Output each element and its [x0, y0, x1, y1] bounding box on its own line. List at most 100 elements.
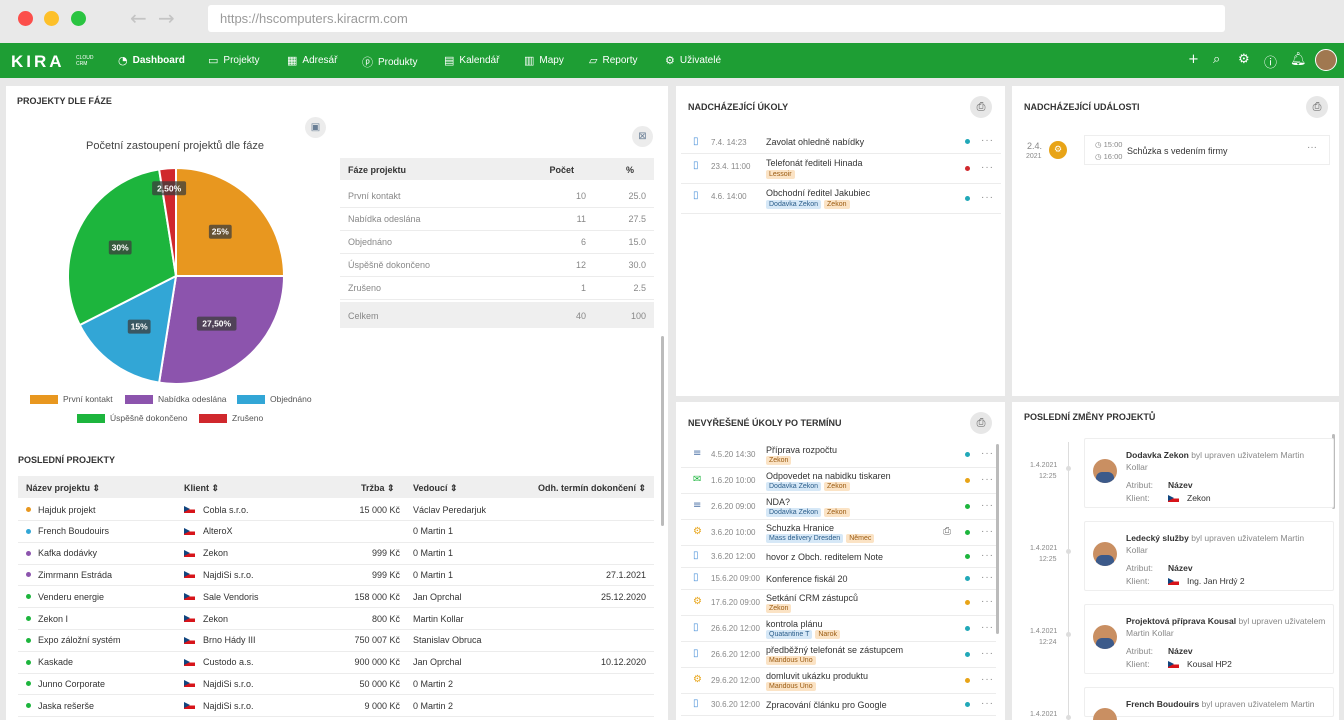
client-name[interactable]: NajdiSi s.r.o. [203, 701, 254, 711]
task-title[interactable]: Zavolat ohledně nabídky [766, 137, 864, 147]
task-title[interactable]: Setkání CRM zástupců [766, 593, 858, 603]
task-row[interactable]: ▯ 4.6. 14:00 Obchodní ředitel Jakubiec Doda… [681, 184, 1001, 214]
minimize-window-button[interactable] [44, 11, 59, 26]
task-title[interactable]: Telefonát řediteli Hinada [766, 158, 863, 168]
nav-product[interactable]: ⓟ Produkty [362, 54, 417, 70]
project-name[interactable]: Junno Corporate [38, 679, 105, 689]
task-title[interactable]: Odpovedet na nabidku tiskaren [766, 471, 891, 481]
client-value[interactable]: Ing. Jan Hrdý 2 [1187, 576, 1245, 586]
col-percent[interactable]: % [626, 165, 634, 175]
client-name[interactable]: Cobla s.r.o. [203, 505, 249, 515]
search-icon[interactable]: ⌕ [1213, 52, 1220, 67]
task-title[interactable]: Příprava rozpočtu [766, 445, 837, 455]
more-button[interactable]: ··· [981, 572, 994, 583]
legend-item[interactable]: Úspěšně dokončeno [77, 413, 188, 423]
project-name[interactable]: Jaska rešerše [38, 701, 94, 711]
task-title[interactable]: předběžný telefonát se zástupcem [766, 645, 903, 655]
nav-dashboard[interactable]: ◔ Dashboard [118, 54, 185, 67]
project-name[interactable]: French Boudouirs [38, 526, 109, 536]
nav-address-book[interactable]: ▦ Adresář [287, 54, 337, 67]
client-name[interactable]: Brno Hády III [203, 635, 256, 645]
more-button[interactable]: ··· [981, 648, 994, 659]
col-deadline[interactable]: Odh. termín dokončení ⇕ [538, 483, 646, 494]
task-title[interactable]: Zpracování článku pro Google [766, 700, 887, 710]
client-name[interactable]: AlteroX [203, 526, 233, 536]
col-revenue[interactable]: Tržba ⇕ [361, 483, 395, 494]
add-icon[interactable]: + [1188, 52, 1199, 67]
nav-users[interactable]: ⚙ Uživatelé [665, 54, 721, 67]
table-row[interactable]: Venderu energie Sale Vendoris 158 000 Kč Ja… [18, 586, 654, 609]
event-card[interactable]: ◷ 15:00 ◷ 16:00 Schůzka s vedením firmy … [1084, 135, 1330, 165]
project-name[interactable]: Zekon I [38, 614, 68, 624]
table-row[interactable]: French Boudouirs AlteroX 0 Martin 1 [18, 521, 654, 543]
image-export-icon[interactable]: ▣ [305, 117, 326, 138]
nav-briefcase[interactable]: ▭ Projekty [208, 54, 260, 67]
more-button[interactable]: ··· [981, 550, 994, 561]
client-name[interactable]: Sale Vendoris [203, 592, 259, 602]
task-row[interactable]: ⚙ 29.6.20 12:00 domluvit ukázku produktu Ma… [681, 668, 996, 694]
project-name[interactable]: Zimrmann Estráda [38, 570, 112, 580]
print-icon[interactable]: ⎙ [943, 526, 951, 537]
more-button[interactable]: ··· [981, 448, 994, 459]
task-row[interactable]: ⚙ 17.6.20 09:00 Setkání CRM zástupců Zekon ·… [681, 590, 996, 616]
task-title[interactable]: NDA? [766, 497, 790, 507]
table-row[interactable]: Zimrmann Estráda NajdiSi s.r.o. 999 Kč 0 Ma… [18, 564, 654, 587]
col-count[interactable]: Počet [549, 165, 574, 175]
forward-arrow-icon[interactable]: → [158, 6, 175, 30]
col-project-name[interactable]: Název projektu ⇕ [26, 483, 100, 494]
task-row[interactable]: ▯ 30.6.20 12:00 Zpracování článku pro Goog… [681, 694, 996, 716]
more-button[interactable]: ··· [981, 526, 994, 537]
task-title[interactable]: Schuzka Hranice [766, 523, 834, 533]
pie-slice-0[interactable] [175, 166, 286, 277]
gear-icon[interactable]: ⚙ [1238, 52, 1250, 67]
client-name[interactable]: NajdiSi s.r.o. [203, 679, 254, 689]
excel-export-icon[interactable]: ⊠ [632, 126, 653, 147]
bell-icon[interactable]: 🔔︎ [1290, 52, 1307, 67]
client-value[interactable]: Kousal HP2 [1187, 659, 1232, 669]
task-row[interactable]: ⚙ 3.6.20 10:00 Schuzka Hranice Mass deliver… [681, 520, 996, 546]
task-title[interactable]: hovor z Obch. reditelem Note [766, 552, 883, 562]
more-button[interactable]: ··· [981, 192, 994, 203]
project-name[interactable]: Hajduk projekt [38, 505, 96, 515]
project-name[interactable]: Kafka dodávky [38, 548, 97, 558]
table-row[interactable]: Hajduk projekt Cobla s.r.o. 15 000 Kč Václa… [18, 499, 654, 521]
legend-item[interactable]: Objednáno [237, 394, 312, 404]
print-icon[interactable]: ⎙ [970, 412, 992, 434]
project-link[interactable]: Projektová příprava Kousal [1126, 616, 1236, 626]
kira-logo[interactable]: KIRA [11, 52, 65, 72]
url-bar[interactable]: https://hscomputers.kiracrm.com [208, 5, 1225, 32]
nav-calendar[interactable]: ▤ Kalendář [444, 54, 499, 67]
more-button[interactable]: ··· [981, 698, 994, 709]
legend-item[interactable]: První kontakt [30, 394, 113, 404]
task-row[interactable]: ▯ 23.4. 11:00 Telefonát řediteli Hinada Les… [681, 154, 1001, 184]
table-row[interactable]: Zekon I Zekon 800 Kč Martin Kollar [18, 608, 654, 630]
change-card[interactable]: French Boudouirs byl upraven uživatelem … [1084, 687, 1334, 720]
more-button[interactable]: ··· [981, 674, 994, 685]
more-button[interactable]: ··· [981, 500, 994, 511]
task-row[interactable]: ▯ 26.6.20 12:00 kontrola plánu Quatantine T… [681, 616, 996, 642]
client-name[interactable]: NajdiSi s.r.o. [203, 570, 254, 580]
more-button[interactable]: ··· [981, 162, 994, 173]
scrollbar[interactable] [996, 444, 999, 634]
task-row[interactable]: ▯ 26.6.20 12:00 předběžný telefonát se zás… [681, 642, 996, 668]
back-arrow-icon[interactable]: ← [130, 6, 147, 30]
task-row[interactable]: ≡ 4.5.20 14:30 Příprava rozpočtu Zekon ··· [681, 442, 996, 468]
col-manager[interactable]: Vedoucí ⇕ [413, 483, 458, 494]
project-name[interactable]: Kaskade [38, 657, 73, 667]
client-name[interactable]: Custodo a.s. [203, 657, 254, 667]
project-link[interactable]: Dodavka Zekon [1126, 450, 1189, 460]
task-title[interactable]: Obchodní ředitel Jakubiec [766, 188, 870, 198]
task-title[interactable]: domluvit ukázku produktu [766, 671, 868, 681]
task-title[interactable]: kontrola plánu [766, 619, 823, 629]
task-row[interactable]: ▯ 15.6.20 09:00 Konference fiskál 20 ··· [681, 568, 996, 590]
more-button[interactable]: ··· [981, 622, 994, 633]
info-icon[interactable]: ⓘ [1264, 52, 1277, 71]
task-row[interactable]: ≡ 2.6.20 09:00 NDA? Dodavka Zekon Zekon ··· [681, 494, 996, 520]
client-value[interactable]: Zekon [1187, 493, 1211, 503]
project-link[interactable]: French Boudouirs [1126, 699, 1199, 709]
table-row[interactable]: Kaskade Custodo a.s. 900 000 Kč Jan Oprchal… [18, 652, 654, 674]
legend-item[interactable]: Zrušeno [199, 413, 263, 423]
maximize-window-button[interactable] [71, 11, 86, 26]
nav-report[interactable]: ▱ Reporty [589, 54, 637, 67]
more-button[interactable]: ··· [981, 135, 994, 146]
